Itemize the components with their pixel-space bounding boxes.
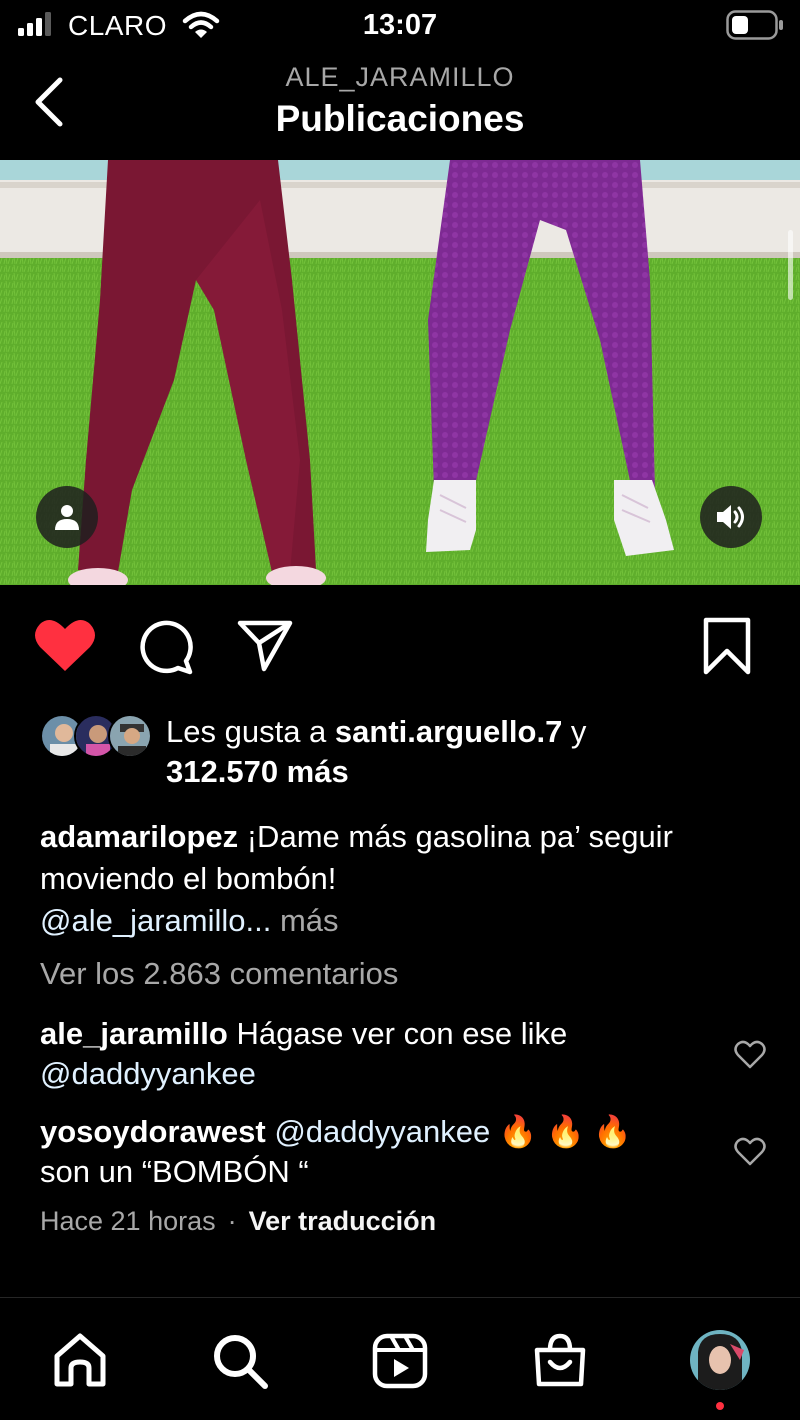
heart-icon[interactable] (34, 617, 96, 673)
avatar (108, 714, 152, 758)
comment-icon[interactable] (136, 617, 194, 675)
bookmark-icon[interactable] (702, 617, 752, 675)
signal-icon (18, 12, 51, 36)
notification-dot (716, 1402, 724, 1410)
likes-text: Les gusta a santi.arguello.7 y 312.570 m… (166, 712, 586, 792)
caption-more[interactable]: más (271, 903, 339, 938)
tag-button[interactable] (36, 486, 98, 548)
clock: 13:07 (362, 9, 438, 41)
comment-emoji: 🔥 🔥 🔥 (490, 1114, 632, 1149)
heart-outline-icon[interactable] (734, 1137, 766, 1167)
volume-button[interactable] (700, 486, 762, 548)
post-media[interactable] (0, 160, 800, 585)
post-caption: adamarilopez ¡Dame más gasolina pa’ segu… (40, 816, 740, 942)
comment-username[interactable]: ale_jaramillo (40, 1016, 228, 1051)
view-comments-link[interactable]: Ver los 2.863 comentarios (40, 956, 398, 992)
bottom-nav (0, 1297, 800, 1420)
comment-item: yosoydorawest @daddyyankee 🔥 🔥 🔥 son un … (40, 1112, 690, 1192)
volume-icon (717, 505, 744, 529)
liker-avatars (40, 714, 152, 760)
send-icon[interactable] (236, 617, 294, 673)
post-actions (0, 585, 800, 705)
reels-icon[interactable] (371, 1332, 429, 1390)
heart-outline-icon[interactable] (734, 1040, 766, 1070)
battery-icon (726, 10, 783, 40)
user-tag-icon (55, 505, 79, 530)
comment-username[interactable]: yosoydorawest (40, 1114, 266, 1149)
search-icon[interactable] (211, 1332, 269, 1390)
header-username: ALE_JARAMILLO (285, 62, 515, 92)
caption-username[interactable]: adamarilopez (40, 819, 238, 854)
comment-item: ale_jaramillo Hágase ver con ese like @d… (40, 1014, 690, 1094)
header: ALE_JARAMILLO Publicaciones (0, 52, 800, 160)
likes-count[interactable]: 312.570 más (166, 754, 349, 789)
likes-joiner: y (562, 714, 587, 749)
home-icon[interactable] (51, 1332, 109, 1390)
comment-mention[interactable]: @daddyyankee (40, 1056, 256, 1091)
likes-summary[interactable]: Les gusta a santi.arguello.7 y 312.570 m… (40, 712, 770, 792)
status-bar: CLARO 13:07 (0, 0, 800, 52)
likes-prefix: Les gusta a (166, 714, 335, 749)
profile-avatar[interactable] (690, 1330, 750, 1390)
comment-mention[interactable]: @daddyyankee (266, 1114, 490, 1149)
liker-username[interactable]: santi.arguello.7 (335, 714, 562, 749)
shop-icon[interactable] (531, 1332, 589, 1390)
comment-text: son un “BOMBÓN “ (40, 1154, 309, 1189)
post-time: Hace 21 horas (40, 1206, 216, 1236)
post-video (0, 160, 800, 585)
post-meta: Hace 21 horas · Ver traducción (40, 1206, 436, 1237)
carrier-name: CLARO (68, 10, 167, 41)
translate-link[interactable]: Ver traducción (249, 1206, 437, 1236)
comment-text: Hágase ver con ese like (227, 1016, 568, 1051)
meta-separator: · (227, 1206, 237, 1236)
page-title: Publicaciones (275, 98, 525, 139)
wifi-icon (182, 11, 220, 38)
caption-mention[interactable]: @ale_jaramillo... (40, 903, 271, 938)
